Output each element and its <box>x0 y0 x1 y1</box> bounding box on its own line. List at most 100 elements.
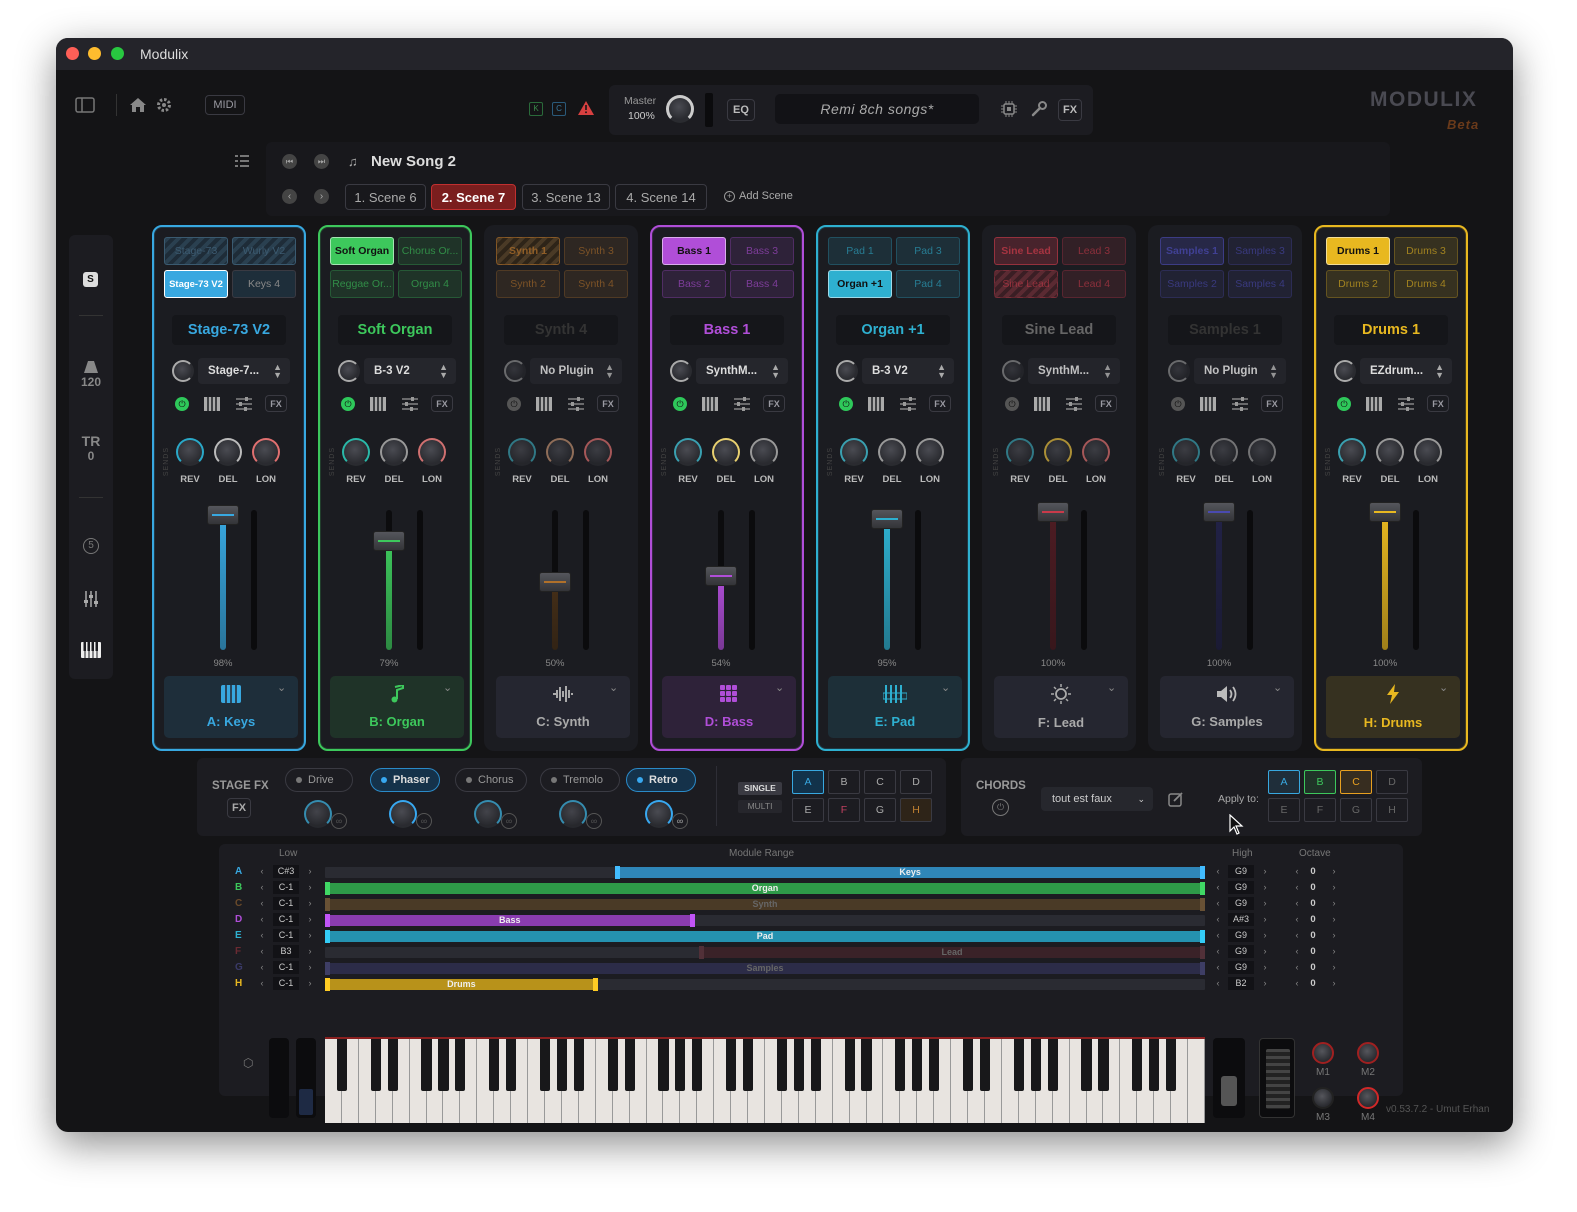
high-down-arrow[interactable]: ‹ <box>1213 866 1223 876</box>
black-key[interactable] <box>539 1039 551 1091</box>
mixer-icon[interactable] <box>83 591 99 612</box>
black-key[interactable] <box>489 1039 500 1091</box>
keys-icon[interactable] <box>1034 397 1050 416</box>
fx-button[interactable]: FX <box>1058 99 1082 121</box>
black-key[interactable] <box>895 1039 906 1091</box>
macro-knob-3[interactable] <box>1312 1087 1334 1109</box>
channel-fx-button[interactable]: FX <box>1427 395 1449 412</box>
black-key[interactable] <box>455 1039 466 1091</box>
channel-fx-button[interactable]: FX <box>265 395 287 412</box>
high-up-arrow[interactable]: › <box>1260 962 1270 972</box>
high-up-arrow[interactable]: › <box>1260 882 1270 892</box>
volume-fader-handle[interactable] <box>539 572 571 592</box>
black-key[interactable] <box>1013 1039 1024 1091</box>
channel-name[interactable]: Bass 1 <box>670 315 784 345</box>
octave-up-arrow[interactable]: › <box>1329 898 1339 908</box>
lon-knob[interactable] <box>418 438 446 466</box>
macro-knob-1[interactable] <box>1312 1042 1334 1064</box>
low-note[interactable]: C-1 <box>273 961 299 974</box>
range-track[interactable]: Keys <box>325 867 1205 878</box>
low-down-arrow[interactable]: ‹ <box>257 914 267 924</box>
high-up-arrow[interactable]: › <box>1260 914 1270 924</box>
chorus-knob[interactable] <box>474 800 502 828</box>
settings-sliders-icon[interactable] <box>1066 397 1082 416</box>
range-track[interactable]: Pad <box>325 931 1205 942</box>
high-up-arrow[interactable]: › <box>1260 946 1270 956</box>
scene-tab-3[interactable]: 3. Scene 13 <box>522 184 610 210</box>
octave-value[interactable]: 0 <box>1307 930 1319 941</box>
range-bar[interactable]: Samples <box>325 963 1205 974</box>
black-key[interactable] <box>1132 1039 1143 1091</box>
low-note[interactable]: C-1 <box>273 897 299 910</box>
home-icon[interactable] <box>128 95 148 115</box>
octave-value[interactable]: 0 <box>1307 962 1319 973</box>
black-key[interactable] <box>556 1039 567 1091</box>
slot-1[interactable]: Drums 1 <box>1326 237 1390 265</box>
octave-value[interactable]: 0 <box>1307 866 1319 877</box>
macro-knob-4[interactable] <box>1357 1087 1379 1109</box>
high-note[interactable]: G9 <box>1228 945 1254 958</box>
black-key[interactable] <box>743 1039 754 1091</box>
power-icon[interactable]: ⏻ <box>1005 397 1019 411</box>
power-icon[interactable]: ⏻ <box>507 397 521 411</box>
range-bar[interactable]: Synth <box>325 899 1205 910</box>
black-key[interactable] <box>370 1039 381 1091</box>
black-key[interactable] <box>793 1039 804 1091</box>
chord-channel-a[interactable]: A <box>1268 770 1300 794</box>
fx-toggle-phaser[interactable]: Phaser <box>370 768 440 792</box>
chords-power-icon[interactable]: ⏻ <box>992 799 1009 816</box>
black-key[interactable] <box>844 1039 855 1091</box>
slot-2[interactable]: Samples 3 <box>1228 237 1292 265</box>
black-key[interactable] <box>979 1039 991 1091</box>
power-icon[interactable]: ⏻ <box>839 397 853 411</box>
black-key[interactable] <box>506 1039 517 1091</box>
link-icon[interactable]: ∞ <box>586 813 602 829</box>
low-down-arrow[interactable]: ‹ <box>257 898 267 908</box>
setlist-badge[interactable]: 5 <box>83 538 99 554</box>
fx-channel-d[interactable]: D <box>900 770 932 794</box>
rev-knob[interactable] <box>1006 438 1034 466</box>
volume-fader-handle[interactable] <box>207 505 239 525</box>
tremolo-knob[interactable] <box>559 800 587 828</box>
preset-knob[interactable] <box>1002 360 1024 382</box>
octave-value[interactable]: 0 <box>1307 946 1319 957</box>
song-title[interactable]: New Song 2 <box>371 153 456 170</box>
fx-channel-b[interactable]: B <box>828 770 860 794</box>
power-icon[interactable]: ⏻ <box>1337 397 1351 411</box>
slot-3[interactable]: Stage-73 <box>164 237 228 265</box>
black-key[interactable] <box>776 1039 787 1091</box>
black-key[interactable] <box>421 1039 432 1091</box>
preset-knob[interactable] <box>504 360 526 382</box>
range-bar[interactable]: Lead <box>699 947 1205 958</box>
low-up-arrow[interactable]: › <box>305 898 315 908</box>
high-up-arrow[interactable]: › <box>1260 898 1270 908</box>
rev-knob[interactable] <box>1338 438 1366 466</box>
plugin-select[interactable]: No Plugin ▲ ▼ <box>530 358 622 384</box>
power-icon[interactable]: ⏻ <box>175 397 189 411</box>
lon-knob[interactable] <box>1414 438 1442 466</box>
low-down-arrow[interactable]: ‹ <box>257 978 267 988</box>
settings-sliders-icon[interactable] <box>568 397 584 416</box>
keys-icon[interactable] <box>1200 397 1216 416</box>
preset-knob[interactable] <box>836 360 858 382</box>
multi-mode-button[interactable]: MULTI <box>738 800 782 813</box>
chevron-down-icon[interactable]: ⌄ <box>941 681 950 694</box>
high-down-arrow[interactable]: ‹ <box>1213 962 1223 972</box>
chevron-down-icon[interactable]: ⌄ <box>277 681 286 694</box>
fx-channel-f[interactable]: F <box>828 798 860 822</box>
slot-4[interactable]: Organ 4 <box>398 270 462 298</box>
fx-channel-g[interactable]: G <box>864 798 896 822</box>
del-knob[interactable] <box>712 438 740 466</box>
keys-icon[interactable] <box>370 397 386 416</box>
channel-name[interactable]: Samples 1 <box>1168 315 1282 345</box>
chord-preset-select[interactable]: tout est faux ⌄ <box>1041 787 1153 811</box>
low-down-arrow[interactable]: ‹ <box>257 866 267 876</box>
octave-up-arrow[interactable]: › <box>1329 962 1339 972</box>
slot-2[interactable]: Bass 3 <box>730 237 794 265</box>
high-up-arrow[interactable]: › <box>1260 866 1270 876</box>
power-icon[interactable]: ⏻ <box>673 397 687 411</box>
octave-down-arrow[interactable]: ‹ <box>1292 866 1302 876</box>
slot-3[interactable]: Organ +1 <box>828 270 892 298</box>
plugin-select[interactable]: SynthM... ▲ ▼ <box>696 358 788 384</box>
power-icon[interactable]: ⏻ <box>341 397 355 411</box>
